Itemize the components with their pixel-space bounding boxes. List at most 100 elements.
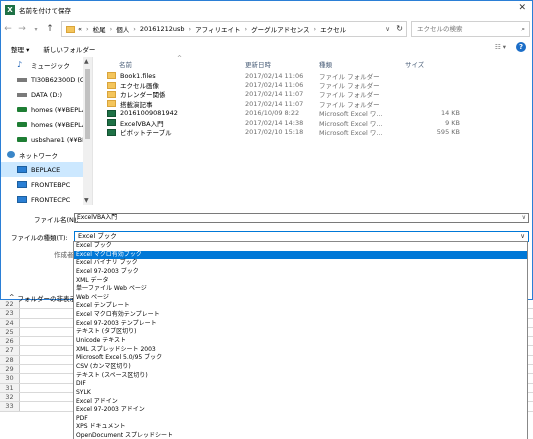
nav-item[interactable]: homes (¥¥BEPLA bbox=[1, 117, 92, 132]
column-header-name[interactable]: 名前 bbox=[97, 59, 245, 69]
back-arrow-icon[interactable]: ← bbox=[1, 24, 15, 34]
breadcrumb-item[interactable]: 松尾 bbox=[93, 24, 106, 34]
row-header[interactable]: 32 bbox=[0, 392, 20, 402]
file-row[interactable]: エクセル画像 2017/02/14 11:06 ファイル フォルダー bbox=[97, 80, 530, 90]
nav-item[interactable]: TI30B62300D (C:) bbox=[1, 72, 92, 87]
row-header[interactable]: 25 bbox=[0, 327, 20, 337]
nav-item[interactable]: ネットワーク bbox=[1, 147, 92, 162]
scrollbar-thumb[interactable] bbox=[85, 69, 90, 139]
filetype-option[interactable]: 単一ファイル Web ページ bbox=[74, 285, 527, 294]
nav-item[interactable]: DATA (D:) bbox=[1, 87, 92, 102]
title-bar: X 名前を付けて保存 ✕ bbox=[1, 1, 532, 18]
filetype-option[interactable]: Unicode テキスト bbox=[74, 337, 527, 346]
file-date: 2016/10/09 8:22 bbox=[245, 109, 300, 118]
filetype-option[interactable]: Excel 97-2003 アドイン bbox=[74, 406, 527, 415]
filetype-option[interactable]: テキスト (スペース区切り) bbox=[74, 372, 527, 381]
scroll-up-icon[interactable]: ▲ bbox=[84, 58, 89, 65]
filetype-option[interactable]: Web ページ bbox=[74, 294, 527, 303]
filetype-option[interactable]: OpenDocument スプレッドシート bbox=[74, 432, 527, 439]
nav-item[interactable]: ♪ ミュージック bbox=[1, 57, 92, 72]
file-row[interactable]: ExcelVBA入門 2017/02/14 14:38 Microsoft Exce… bbox=[97, 118, 530, 128]
row-header[interactable]: 28 bbox=[0, 355, 20, 365]
hide-folders-button[interactable]: ^ フォルダーの非表示 bbox=[9, 293, 76, 303]
filetype-option[interactable]: テキスト (タブ区切り) bbox=[74, 328, 527, 337]
new-folder-button[interactable]: 新しいフォルダー bbox=[43, 44, 95, 54]
nav-item-label: homes (¥¥BEPLA bbox=[31, 105, 87, 114]
breadcrumb-separator-icon: › bbox=[244, 25, 248, 33]
file-name: Book1.files bbox=[120, 71, 156, 80]
folder-icon bbox=[66, 25, 75, 33]
refresh-icon[interactable]: ↻ bbox=[396, 24, 403, 33]
close-icon[interactable]: ✕ bbox=[518, 3, 526, 13]
filename-field[interactable]: ExcelVBA入門 ∨ bbox=[74, 213, 529, 223]
row-header[interactable]: 31 bbox=[0, 383, 20, 392]
filetype-option[interactable]: Excel アドイン bbox=[74, 398, 527, 407]
column-header-size[interactable]: サイズ bbox=[397, 59, 460, 69]
search-input[interactable]: エクセルの検索 ⌕ bbox=[411, 21, 530, 37]
filetype-option[interactable]: Excel テンプレート bbox=[74, 302, 527, 311]
up-arrow-icon[interactable]: ↑ bbox=[43, 24, 57, 34]
row-header[interactable]: 27 bbox=[0, 346, 20, 355]
file-row[interactable]: Book1.files 2017/02/14 11:06 ファイル フォルダー bbox=[97, 71, 530, 81]
nav-item[interactable]: usbshare1 (¥¥BE bbox=[1, 132, 92, 147]
address-bar[interactable]: «› 松尾 › 個人 › 20161212usb › アフィリエイト › グーグルアドセンス › エク… bbox=[61, 21, 407, 37]
filetype-option[interactable]: Microsoft Excel 5.0/95 ブック bbox=[74, 354, 527, 363]
breadcrumb-item[interactable]: 個人 bbox=[116, 24, 129, 34]
breadcrumb-separator-icon: › bbox=[188, 25, 192, 33]
filetype-option[interactable]: Excel マクロ有効テンプレート bbox=[74, 311, 527, 320]
row-header[interactable]: 33 bbox=[0, 402, 20, 411]
nav-item-label: ネットワーク bbox=[19, 151, 58, 160]
breadcrumb-item[interactable]: 20161212usb bbox=[140, 25, 185, 33]
address-row: ← → ▾ ↑ «› 松尾 › 個人 › 20161212usb › アフィリエイト › グーグル… bbox=[1, 19, 532, 39]
file-row[interactable]: 搭載演記事 2017/02/14 11:07 ファイル フォルダー bbox=[97, 99, 530, 109]
scroll-down-icon[interactable]: ▼ bbox=[84, 197, 89, 204]
file-row[interactable]: ピボットテーブル 2017/02/10 15:18 Microsoft Excel … bbox=[97, 127, 530, 137]
row-header[interactable]: 29 bbox=[0, 365, 20, 374]
filetype-option[interactable]: DIF bbox=[74, 380, 527, 389]
nav-item[interactable]: FRONTEBPC bbox=[1, 177, 92, 192]
filetype-option[interactable]: XML データ bbox=[74, 277, 527, 286]
help-icon[interactable]: ? bbox=[516, 42, 526, 52]
breadcrumb-item[interactable]: グーグルアドセンス bbox=[251, 24, 309, 34]
chevron-down-icon[interactable]: ∨ bbox=[385, 25, 390, 33]
view-options-icon[interactable]: ☷ ▾ bbox=[495, 43, 506, 51]
filetype-option[interactable]: Excel 97-2003 テンプレート bbox=[74, 320, 527, 329]
breadcrumb-item[interactable]: エクセル bbox=[320, 24, 346, 34]
file-list-header: ^ 名前 更新日時 種類 サイズ bbox=[97, 55, 530, 71]
row-header[interactable]: 30 bbox=[0, 374, 20, 383]
filetype-option[interactable]: Excel マクロ有効ブック bbox=[74, 250, 527, 260]
filetype-option[interactable]: Excel 97-2003 ブック bbox=[74, 268, 527, 277]
filetype-option[interactable]: SYLK bbox=[74, 389, 527, 398]
row-header[interactable]: 26 bbox=[0, 337, 20, 346]
nav-item[interactable]: FRONTECPC bbox=[1, 192, 92, 205]
row-header[interactable]: 24 bbox=[0, 318, 20, 327]
file-name: 20161009081942 bbox=[120, 109, 178, 118]
row-header[interactable]: 23 bbox=[0, 309, 20, 318]
recent-locations-chevron-icon[interactable]: ▾ bbox=[29, 26, 43, 33]
nav-item[interactable]: BEPLACE bbox=[1, 162, 92, 177]
chevron-down-icon[interactable]: ∨ bbox=[520, 232, 525, 241]
navigation-scrollbar[interactable]: ▲ ▼ bbox=[83, 57, 92, 205]
file-name-cell: Book1.files bbox=[97, 72, 245, 80]
column-header-date[interactable]: 更新日時 bbox=[245, 59, 319, 69]
nav-item[interactable]: homes (¥¥BEPLA bbox=[1, 102, 92, 117]
breadcrumb-item[interactable]: アフィリエイト bbox=[195, 24, 240, 34]
filetype-option[interactable]: PDF bbox=[74, 415, 527, 424]
search-icon[interactable]: ⌕ bbox=[521, 22, 525, 36]
chevron-down-icon[interactable]: ∨ bbox=[522, 214, 526, 222]
sort-caret-icon: ^ bbox=[177, 55, 183, 62]
filetype-option[interactable]: CSV (カンマ区切り) bbox=[74, 363, 527, 372]
nav-item-label: TI30B62300D (C:) bbox=[31, 75, 90, 84]
column-header-type[interactable]: 種類 bbox=[319, 59, 397, 69]
filetype-option[interactable]: Excel バイナリ ブック bbox=[74, 259, 527, 268]
navigation-pane: ♪ ミュージック TI30B62300D (C:) DATA (D:) homes (¥… bbox=[1, 57, 93, 205]
file-row[interactable]: 20161009081942 2016/10/09 8:22 Microsoft E… bbox=[97, 109, 530, 118]
filetype-option[interactable]: Excel ブック bbox=[74, 242, 527, 251]
filetype-option[interactable]: XPS ドキュメント bbox=[74, 423, 527, 432]
breadcrumb-item[interactable]: « bbox=[78, 25, 82, 33]
chevron-up-icon: ^ bbox=[9, 293, 15, 301]
file-row[interactable]: カレンダー関係 2017/02/14 11:07 ファイル フォルダー bbox=[97, 90, 530, 99]
forward-arrow-icon[interactable]: → bbox=[15, 24, 29, 34]
filename-label: ファイル名(N): bbox=[34, 216, 79, 224]
organize-button[interactable]: 整理 ▾ bbox=[11, 44, 29, 54]
